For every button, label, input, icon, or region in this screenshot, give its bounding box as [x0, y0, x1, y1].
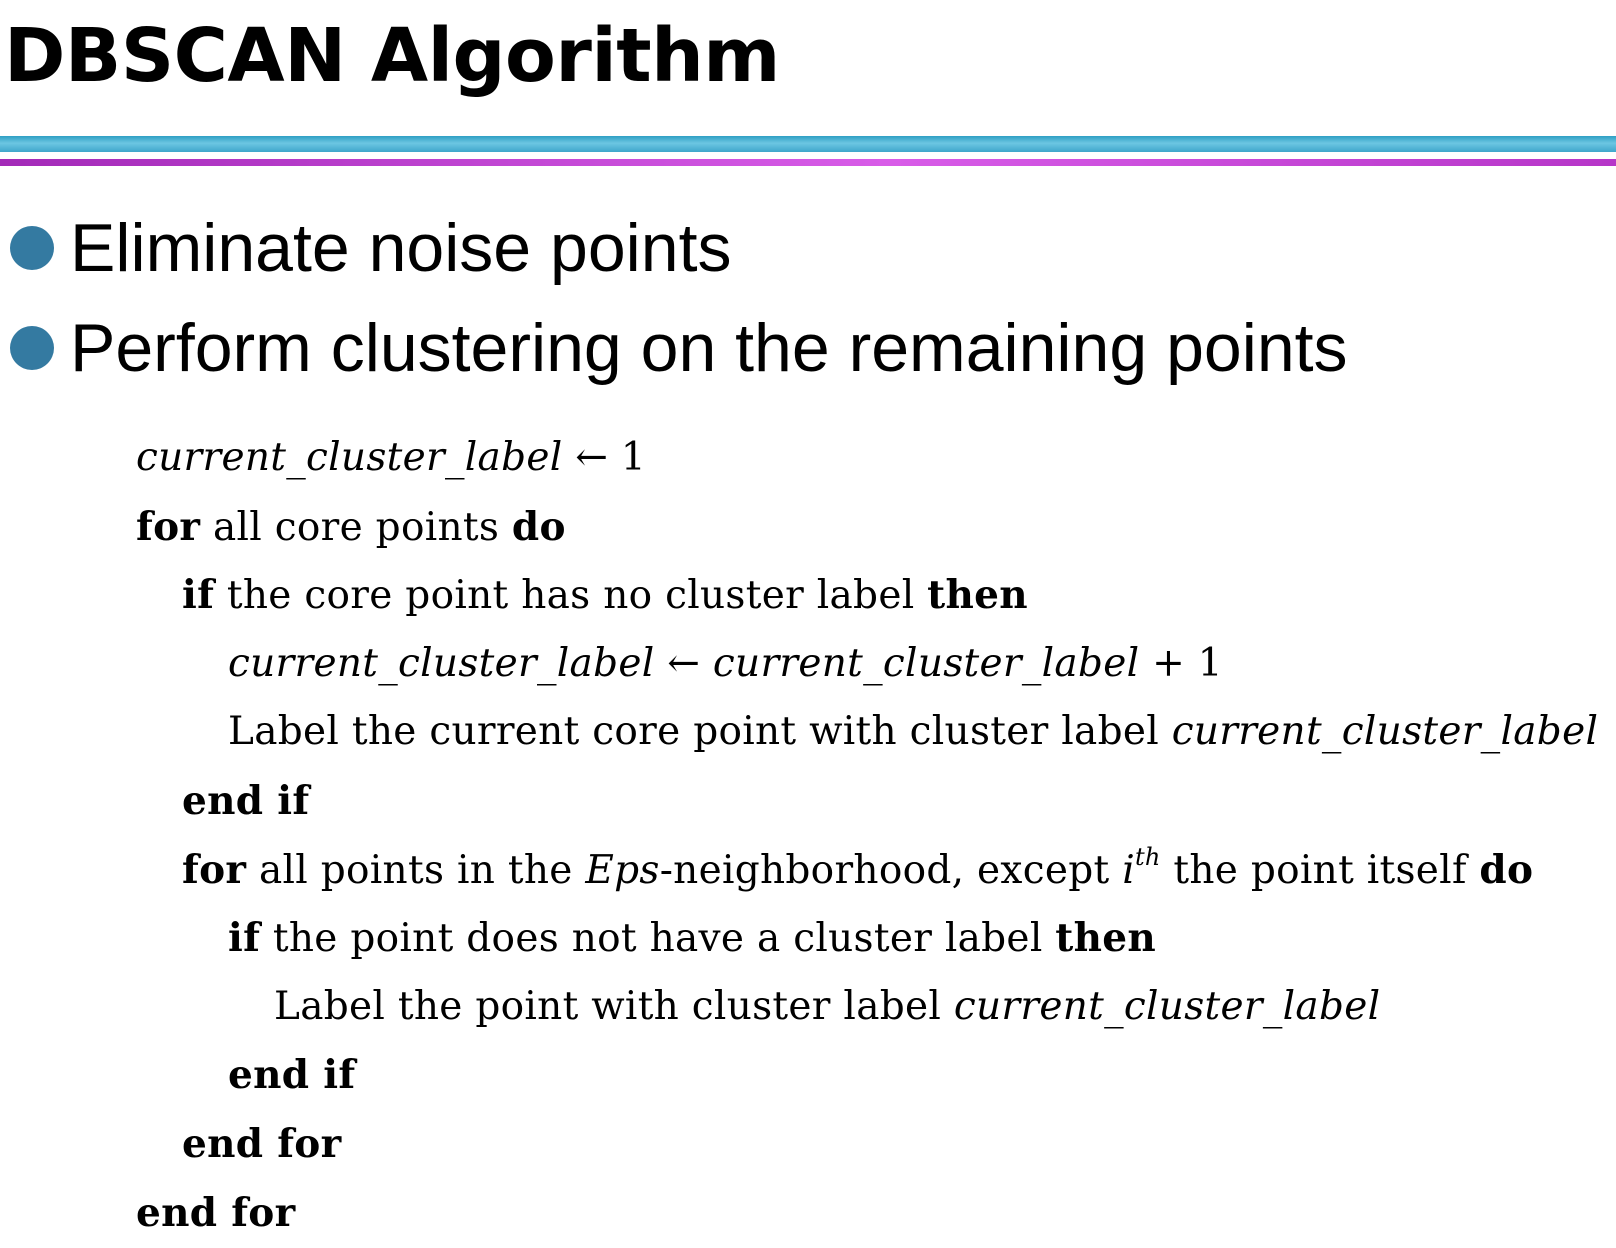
algo-line-8: if the point does not have a cluster lab…	[136, 904, 1598, 973]
algo-variable: i	[1122, 847, 1135, 893]
algo-keyword: if	[182, 572, 215, 619]
bullet-item: Eliminate noise points	[10, 202, 731, 294]
algo-line-2: for all core points do	[136, 493, 1598, 562]
bullet-dot-icon	[10, 326, 54, 370]
algo-text: Label the current core point with cluste…	[228, 709, 1172, 755]
algo-text: the point itself	[1160, 847, 1480, 893]
algo-variable: current_cluster_label	[136, 435, 563, 480]
title-rule-blue	[0, 136, 1616, 152]
algo-line-3: if the core point has no cluster label t…	[136, 561, 1598, 630]
algo-keyword: for	[136, 503, 201, 550]
algo-keyword: end if	[228, 1052, 356, 1099]
algo-variable: current_cluster_label	[712, 640, 1140, 686]
algo-line-5: Label the current core point with cluste…	[136, 698, 1598, 767]
bullet-item: Perform clustering on the remaining poin…	[10, 302, 1348, 394]
algo-keyword: end for	[182, 1120, 342, 1167]
algo-keyword: if	[228, 915, 261, 962]
algo-line-10: end if	[136, 1041, 1598, 1110]
algo-text: ← 1	[562, 435, 647, 480]
algo-keyword: do	[1479, 846, 1534, 893]
algo-text: Label the point with cluster label	[274, 983, 954, 1029]
algo-text: the core point has no cluster label	[214, 573, 928, 619]
algo-variable: current_cluster_label	[228, 640, 655, 686]
algo-text: all core points	[200, 504, 512, 550]
algo-keyword: end for	[136, 1189, 296, 1236]
bullet-text: Perform clustering on the remaining poin…	[70, 310, 1348, 386]
slide-title: DBSCAN Algorithm	[4, 13, 780, 99]
algo-keyword: end if	[182, 777, 310, 824]
bullet-dot-icon	[10, 226, 54, 270]
algo-line-12: end for	[136, 1179, 1598, 1248]
algo-keyword: do	[511, 503, 566, 550]
algo-line-6: end if	[136, 767, 1598, 836]
algo-line-4: current_cluster_label ← current_cluster_…	[136, 630, 1598, 699]
algo-keyword: then	[1055, 915, 1157, 962]
algo-variable: current_cluster_label	[953, 983, 1381, 1029]
title-rule-purple	[0, 159, 1616, 166]
algorithm-pseudocode: current_cluster_label ← 1 for all core p…	[136, 424, 1598, 1247]
algo-line-1: current_cluster_label ← 1	[136, 424, 1598, 493]
algo-line-11: end for	[136, 1110, 1598, 1179]
algo-keyword: for	[182, 846, 247, 893]
algo-line-7: for all points in the Eps-neighborhood, …	[136, 836, 1598, 905]
algo-text: the point does not have a cluster label	[260, 916, 1056, 962]
algo-text: all points in the	[246, 847, 586, 893]
algo-text: + 1	[1139, 640, 1223, 686]
algo-text: ←	[654, 640, 713, 686]
algo-keyword: then	[927, 572, 1028, 619]
algo-line-9: Label the point with cluster label curre…	[136, 973, 1598, 1042]
algo-variable: current_cluster_label	[1171, 709, 1599, 755]
bullet-text: Eliminate noise points	[70, 210, 732, 286]
algo-text: -neighborhood, except	[659, 847, 1123, 893]
algo-variable: Eps	[585, 847, 660, 893]
algo-superscript: th	[1134, 842, 1161, 871]
